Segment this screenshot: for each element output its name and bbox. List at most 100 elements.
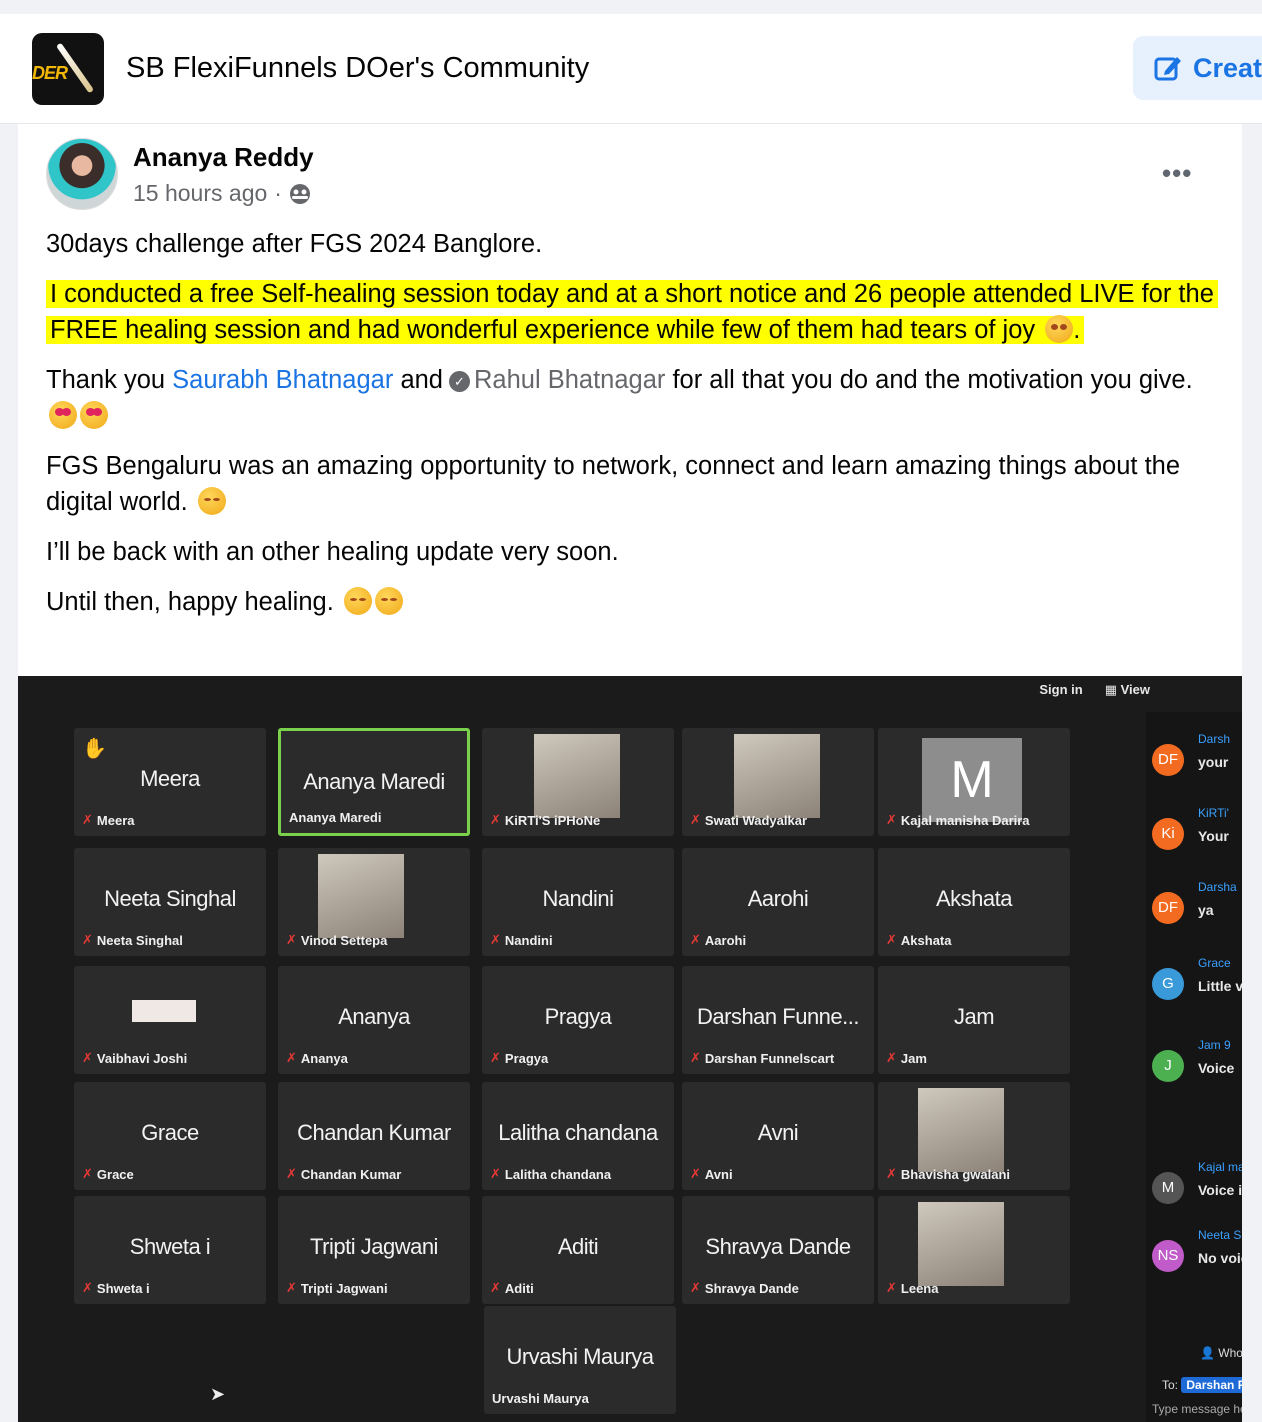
group-logo[interactable]: DER: [32, 33, 104, 105]
muted-mic-icon: ✗: [286, 1050, 297, 1065]
author-avatar[interactable]: [46, 138, 118, 210]
participant-display-name: Pragya: [544, 1004, 612, 1029]
participant-display-name: Tripti Jagwani: [310, 1234, 438, 1259]
participant-tile: ✗ Leena: [878, 1196, 1070, 1304]
post-thanks-paragraph: Thank you Saurabh Bhatnagar and ✓ Rahul Bh…: [46, 362, 1216, 434]
participant-label-text: Avni: [704, 1166, 733, 1182]
post-timestamp[interactable]: 15 hours ago: [133, 180, 267, 207]
thanks-and: and: [400, 366, 443, 394]
participant-display-name: Urvashi Maurya: [506, 1344, 654, 1369]
participant-label-text: Vinod Settepa: [300, 932, 388, 948]
chat-recipient-row: To: Darshan Fun: [1162, 1377, 1242, 1393]
chat-sender-name: Neeta Sin: [1198, 1228, 1242, 1242]
participant-label-text: Darshan Funnelscart: [704, 1050, 835, 1066]
meeting-chat-panel: Ur 👤 Who car To: Darshan Fun Type messag…: [1146, 712, 1242, 1422]
muted-mic-icon: ✗: [490, 812, 501, 827]
participant-tile: Akshata ✗ Akshata: [878, 848, 1070, 956]
chat-message-text: your: [1198, 754, 1229, 770]
participant-name-label: ✗ Nandini: [490, 932, 553, 948]
muted-mic-icon: ✗: [286, 932, 297, 947]
to-label: To:: [1162, 1378, 1179, 1392]
participant-label-text: Aditi: [504, 1280, 534, 1296]
participant-display-name: Neeta Singhal: [104, 886, 236, 911]
muted-mic-icon: ✗: [690, 1050, 701, 1065]
participant-label-text: Meera: [96, 812, 135, 828]
muted-mic-icon: ✗: [690, 1166, 701, 1181]
participant-display-name: Chandan Kumar: [297, 1120, 451, 1145]
participant-tile: Aarohi ✗ Aarohi: [682, 848, 874, 956]
muted-mic-icon: ✗: [690, 1280, 701, 1295]
participant-tile: Shravya Dande ✗ Shravya Dande: [682, 1196, 874, 1304]
muted-mic-icon: ✗: [886, 932, 897, 947]
muted-mic-icon: ✗: [82, 1166, 93, 1181]
participant-tile: Grace ✗ Grace: [74, 1082, 266, 1190]
participant-logo-image: [132, 1000, 196, 1022]
participant-name-label: ✗ Jam: [886, 1050, 927, 1066]
more-options-button[interactable]: •••: [1162, 158, 1192, 189]
meta-separator: ·: [274, 180, 282, 206]
participant-display-name: Shweta i: [129, 1234, 211, 1259]
mention-rahul-bhatnagar[interactable]: Rahul Bhatnagar: [474, 366, 665, 394]
participant-name-label: ✗ Pragya: [490, 1050, 548, 1066]
chat-sender-name: Grace: [1198, 956, 1231, 970]
muted-mic-icon: ✗: [82, 812, 93, 827]
participant-tile: Shweta i ✗ Shweta i: [74, 1196, 266, 1304]
chat-sender-name: Darsh: [1198, 732, 1231, 746]
create-post-label: Creat: [1193, 52, 1262, 83]
participant-tile: Aditi ✗ Aditi: [482, 1196, 674, 1304]
chat-avatar: M: [1152, 1172, 1184, 1204]
chat-message-text: Voice: [1198, 1060, 1235, 1076]
post-body: 30days challenge after FGS 2024 Banglore…: [46, 226, 1218, 634]
chat-message-text: Voice is: [1198, 1182, 1242, 1198]
participant-tile: Ananya Maredi Ananya Maredi: [278, 728, 470, 836]
participant-label-text: Leena: [900, 1280, 939, 1296]
participant-label-text: Neeta Singhal: [96, 932, 183, 948]
edit-icon: [1154, 57, 1181, 81]
participant-tile: Lalitha chandana ✗ Lalitha chandana: [482, 1082, 674, 1190]
view-label: ▦ View: [1104, 682, 1150, 697]
participant-label-text: Swati Wadyalkar: [704, 812, 808, 828]
participant-display-name: Aditi: [557, 1234, 599, 1259]
participant-label-text: Akshata: [900, 932, 952, 948]
participant-name-label: ✗ Leena: [886, 1280, 938, 1296]
smiling-face-emoji-icon: [197, 487, 226, 515]
participant-name-label: ✗ Ananya: [286, 1050, 348, 1066]
participant-display-name: Akshata: [936, 886, 1013, 911]
group-header-bar: DER SB FlexiFunnels DOer's Community Cre…: [0, 14, 1262, 124]
mention-saurabh-bhatnagar[interactable]: Saurabh Bhatnagar: [172, 366, 393, 394]
verified-badge-icon: ✓: [448, 371, 470, 392]
recipient-chip: Darshan Fun: [1181, 1377, 1242, 1393]
participant-label-text: Chandan Kumar: [300, 1166, 402, 1182]
muted-mic-icon: ✗: [490, 1280, 501, 1295]
chat-sender-name: Kajal ma: [1198, 1160, 1242, 1174]
participant-name-label: ✗ Lalitha chandana: [490, 1166, 611, 1182]
participant-label-text: Vaibhavi Joshi: [96, 1050, 188, 1066]
participant-tile: Avni ✗ Avni: [682, 1082, 874, 1190]
participant-label-text: Tripti Jagwani: [300, 1280, 388, 1296]
participant-name-label: ✗ Avni: [690, 1166, 733, 1182]
post-photo-zoom-meeting[interactable]: Sign in ▦ View ✋ Meera ✗ Meera Ananya Maredi…: [18, 676, 1242, 1422]
participant-tile: ✗ Bhavisha gwalani: [878, 1082, 1070, 1190]
participant-display-name: Jam: [953, 1004, 995, 1029]
muted-mic-icon: ✗: [690, 932, 701, 947]
participant-label-text: Pragya: [504, 1050, 549, 1066]
participant-name-label: ✗ KiRTi'S iPHoNe: [490, 812, 600, 828]
muted-mic-icon: ✗: [690, 812, 701, 827]
chat-sender-name: Darsha: [1198, 880, 1237, 894]
participant-video-thumbnail: [918, 1088, 1004, 1172]
chat-avatar: J: [1152, 1050, 1184, 1082]
participant-label-text: Shravya Dande: [704, 1280, 799, 1296]
participant-video-thumbnail: [734, 734, 820, 818]
chat-sender-name: Jam 9: [1198, 1038, 1231, 1052]
highlighted-text: I conducted a free Self-healing session …: [46, 280, 1218, 344]
participant-display-name: Darshan Funne...: [697, 1004, 859, 1029]
muted-mic-icon: ✗: [82, 1280, 93, 1295]
create-post-button[interactable]: Creat: [1133, 36, 1262, 100]
author-name[interactable]: Ananya Reddy: [133, 142, 314, 173]
muted-mic-icon: ✗: [886, 812, 897, 827]
muted-mic-icon: ✗: [886, 1050, 897, 1065]
participant-tile: Urvashi Maurya Urvashi Maurya: [484, 1306, 676, 1414]
highlight-body: I conducted a free Self-healing session …: [50, 280, 1214, 344]
participant-video-thumbnail: [534, 734, 620, 818]
group-title[interactable]: SB FlexiFunnels DOer's Community: [126, 52, 589, 85]
